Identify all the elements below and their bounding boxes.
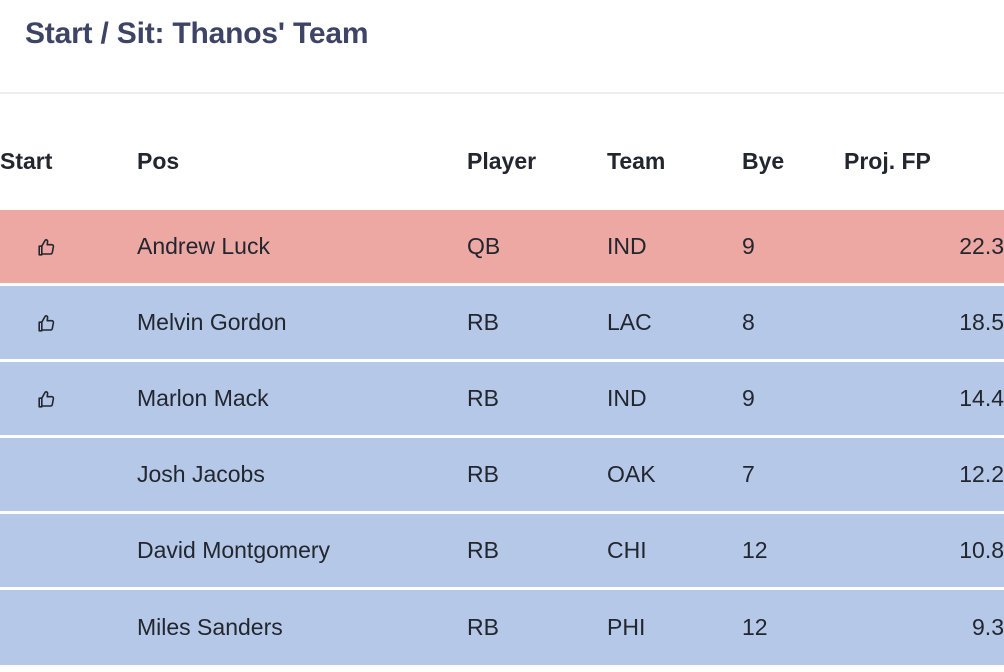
cell-proj-fp: 9.3 xyxy=(844,587,1004,665)
start-icon-placeholder xyxy=(35,536,59,560)
page-title: Start / Sit: Thanos' Team xyxy=(25,17,369,50)
cell-start[interactable] xyxy=(0,435,137,513)
start-sit-page: Start / Sit: Thanos' Team Start Pos Play… xyxy=(0,0,1004,672)
cell-position: RB xyxy=(467,511,607,589)
cell-start[interactable] xyxy=(0,587,137,665)
cell-position: RB xyxy=(467,359,607,437)
thumbs-up-icon[interactable] xyxy=(35,312,59,336)
cell-bye: 9 xyxy=(742,359,844,437)
cell-team: IND xyxy=(607,207,742,285)
thumbs-up-icon[interactable] xyxy=(35,236,59,260)
cell-position: RB xyxy=(467,587,607,665)
cell-team: OAK xyxy=(607,435,742,513)
cell-bye: 8 xyxy=(742,283,844,361)
table-row[interactable]: Miles Sanders RB PHI 12 9.3 xyxy=(0,587,1004,665)
start-icon-placeholder xyxy=(35,460,59,484)
cell-player-name: David Montgomery xyxy=(137,511,467,589)
cell-player-name: Miles Sanders xyxy=(137,587,467,665)
column-header-proj-fp[interactable]: Proj. FP xyxy=(844,148,1004,209)
table-header: Start Pos Player Team Bye Proj. FP xyxy=(0,148,1004,209)
roster-table: Start Pos Player Team Bye Proj. FP Andre… xyxy=(0,148,1004,665)
roster-table-container: Start Pos Player Team Bye Proj. FP Andre… xyxy=(0,94,1004,665)
cell-bye: 9 xyxy=(742,207,844,285)
table-row[interactable]: Melvin Gordon RB LAC 8 18.5 xyxy=(0,283,1004,361)
cell-player-name: Marlon Mack xyxy=(137,359,467,437)
thumbs-up-icon[interactable] xyxy=(35,388,59,412)
cell-proj-fp: 12.2 xyxy=(844,435,1004,513)
cell-bye: 7 xyxy=(742,435,844,513)
start-icon-placeholder xyxy=(35,612,59,636)
table-row[interactable]: Josh Jacobs RB OAK 7 12.2 xyxy=(0,435,1004,513)
table-row[interactable]: Andrew Luck QB IND 9 22.3 xyxy=(0,207,1004,285)
cell-position: RB xyxy=(467,435,607,513)
table-body: Andrew Luck QB IND 9 22.3 Melvin Gordon RB LAC 8… xyxy=(0,207,1004,665)
cell-team: PHI xyxy=(607,587,742,665)
cell-proj-fp: 22.3 xyxy=(844,207,1004,285)
cell-player-name: Melvin Gordon xyxy=(137,283,467,361)
cell-proj-fp: 14.4 xyxy=(844,359,1004,437)
column-header-pos[interactable]: Pos xyxy=(137,148,467,209)
column-header-team[interactable]: Team xyxy=(607,148,742,209)
cell-proj-fp: 18.5 xyxy=(844,283,1004,361)
table-row[interactable]: Marlon Mack RB IND 9 14.4 xyxy=(0,359,1004,437)
column-header-bye[interactable]: Bye xyxy=(742,148,844,209)
cell-team: IND xyxy=(607,359,742,437)
cell-team: LAC xyxy=(607,283,742,361)
table-row[interactable]: David Montgomery RB CHI 12 10.8 xyxy=(0,511,1004,589)
cell-start[interactable] xyxy=(0,511,137,589)
table-header-row: Start Pos Player Team Bye Proj. FP xyxy=(0,148,1004,209)
cell-player-name: Andrew Luck xyxy=(137,207,467,285)
cell-team: CHI xyxy=(607,511,742,589)
cell-start[interactable] xyxy=(0,207,137,285)
cell-player-name: Josh Jacobs xyxy=(137,435,467,513)
cell-bye: 12 xyxy=(742,587,844,665)
cell-position: RB xyxy=(467,283,607,361)
cell-start[interactable] xyxy=(0,283,137,361)
page-header: Start / Sit: Thanos' Team xyxy=(0,0,1004,94)
cell-proj-fp: 10.8 xyxy=(844,511,1004,589)
column-header-start[interactable]: Start xyxy=(0,148,137,209)
cell-bye: 12 xyxy=(742,511,844,589)
cell-position: QB xyxy=(467,207,607,285)
column-header-player[interactable]: Player xyxy=(467,148,607,209)
cell-start[interactable] xyxy=(0,359,137,437)
